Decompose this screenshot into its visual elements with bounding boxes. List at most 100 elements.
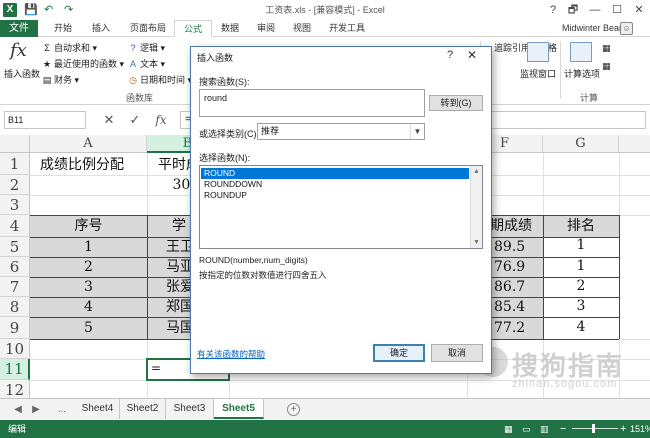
table-border	[147, 215, 148, 339]
recent-functions-button[interactable]: ★ 最近使用的函数 ▾	[42, 57, 124, 70]
cell-final: 76.9	[494, 259, 526, 275]
normal-view-icon[interactable]: ▦	[504, 420, 513, 438]
calc-options-icon[interactable]	[570, 42, 592, 62]
minimize-button[interactable]: —	[584, 0, 606, 20]
column-header-h	[619, 135, 650, 153]
user-name[interactable]: Midwinter Bear	[562, 20, 622, 37]
autosum-label: 自动求和	[54, 43, 91, 53]
list-item[interactable]: ROUNDUP	[201, 190, 469, 201]
status-mode: 编辑	[8, 424, 27, 434]
tab-page-layout[interactable]: 页面布局	[122, 20, 174, 37]
row-header-11[interactable]: 11	[0, 359, 30, 380]
calc-sheet-icon[interactable]: ▦	[602, 61, 611, 72]
tab-file[interactable]: 文件	[0, 20, 38, 37]
column-header-a[interactable]: A	[30, 135, 147, 153]
cancel-button[interactable]: 取消	[431, 344, 483, 362]
text-icon: A	[129, 59, 136, 69]
tab-insert[interactable]: 插入	[82, 20, 120, 37]
cancel-icon[interactable]: ✕	[100, 111, 118, 129]
scroll-up-icon[interactable]: ▲	[471, 166, 482, 177]
list-scrollbar[interactable]: ▲ ▼	[470, 166, 482, 248]
zoom-slider-handle[interactable]	[592, 424, 595, 433]
financial-button[interactable]: ▤ 财务 ▾	[42, 73, 79, 86]
tab-data[interactable]: 数据	[212, 20, 248, 37]
text-label: 文本	[140, 59, 159, 69]
ok-button[interactable]: 确定	[373, 344, 425, 362]
sheet-tab-sheet5[interactable]: Sheet5	[214, 399, 264, 419]
table-border	[619, 215, 620, 339]
zoom-out-icon[interactable]: −	[560, 420, 566, 438]
dialog-close-icon[interactable]: ✕	[467, 48, 477, 62]
insert-function-fx-icon[interactable]: fx	[152, 111, 170, 129]
go-button[interactable]: 转到(G)	[429, 95, 483, 111]
sigma-icon: Σ	[44, 43, 50, 53]
search-input[interactable]: round	[199, 89, 425, 117]
chevron-down-icon[interactable]: ▼	[410, 124, 424, 139]
dialog-help-icon[interactable]: ?	[447, 49, 453, 61]
cell-final: 89.5	[494, 239, 526, 255]
row-header-1[interactable]: 1	[0, 153, 30, 175]
row-header-4[interactable]: 4	[0, 215, 30, 237]
book-icon: ▤	[42, 75, 52, 85]
autosum-button[interactable]: Σ 自动求和 ▾	[42, 41, 97, 54]
list-item[interactable]: ROUND	[201, 168, 469, 179]
row-header-9[interactable]: 9	[0, 317, 30, 339]
watch-window-icon[interactable]	[527, 42, 549, 62]
tab-formulas[interactable]: 公式	[174, 20, 212, 37]
calc-options-button[interactable]: 计算选项	[564, 67, 600, 80]
sheet-tab-sheet4[interactable]: Sheet4	[76, 399, 120, 419]
maximize-button[interactable]: ☐	[606, 0, 628, 20]
excel-window: X 💾 ↶ ↷ 工资表.xls - [兼容模式] - Excel ? 🗗 — ☐…	[0, 0, 650, 438]
select-all-corner[interactable]	[0, 135, 30, 153]
avatar[interactable]: ☺	[620, 22, 633, 35]
enter-icon[interactable]: ✓	[126, 111, 144, 129]
row-header-8[interactable]: 8	[0, 297, 30, 317]
zoom-slider[interactable]	[572, 428, 618, 429]
logical-button[interactable]: ? 逻辑 ▾	[128, 41, 165, 54]
row-header-10[interactable]: 10	[0, 339, 30, 359]
calc-now-icon[interactable]: ▦	[602, 43, 611, 54]
tab-view[interactable]: 视图	[284, 20, 320, 37]
zoom-in-icon[interactable]: +	[620, 420, 626, 438]
tab-home[interactable]: 开始	[44, 20, 82, 37]
page-layout-view-icon[interactable]: ▭	[522, 420, 531, 438]
cell-no: 4	[84, 299, 93, 315]
zoom-level[interactable]: 151%	[630, 420, 650, 438]
category-select[interactable]: 推荐 ▼	[257, 123, 425, 140]
datetime-button[interactable]: ◷ 日期和时间 ▾	[128, 73, 192, 86]
sheet-next-icon[interactable]: ▶	[28, 402, 44, 418]
function-list[interactable]: ROUND ROUNDDOWN ROUNDUP ▲ ▼	[199, 165, 483, 249]
tab-review[interactable]: 审阅	[248, 20, 284, 37]
add-sheet-icon[interactable]: +	[287, 403, 300, 416]
row-header-6[interactable]: 6	[0, 257, 30, 277]
sheet-more-button[interactable]: ...	[50, 402, 74, 418]
row-header-2[interactable]: 2	[0, 175, 30, 195]
scroll-down-icon[interactable]: ▼	[471, 237, 482, 248]
row-header-3[interactable]: 3	[0, 195, 30, 215]
ribbon-tabs: 文件 开始 插入 页面布局 公式 数据 审阅 视图 开发工具 Midwinter…	[0, 20, 650, 37]
sheet-tab-sheet2[interactable]: Sheet2	[120, 399, 166, 419]
column-header-g[interactable]: G	[543, 135, 619, 153]
insert-function-icon[interactable]: fx	[10, 40, 27, 61]
row-header-5[interactable]: 5	[0, 237, 30, 257]
close-button[interactable]: ✕	[628, 0, 650, 20]
help-icon[interactable]: ?	[542, 0, 564, 20]
name-box[interactable]: B11	[4, 111, 86, 129]
page-break-view-icon[interactable]: ▥	[540, 420, 549, 438]
sheet-prev-icon[interactable]: ◀	[10, 402, 26, 418]
cell-no: 3	[84, 279, 93, 295]
function-help-link[interactable]: 有关该函数的帮助	[197, 348, 265, 360]
list-item[interactable]: ROUNDDOWN	[201, 179, 469, 190]
watermark: 搜狗指南 zhinan.sogou.com	[478, 344, 646, 394]
text-button[interactable]: A 文本 ▾	[128, 57, 165, 70]
sheet-tab-sheet3[interactable]: Sheet3	[166, 399, 214, 419]
ribbon-display-icon[interactable]: 🗗	[562, 0, 584, 20]
tab-developer[interactable]: 开发工具	[322, 20, 372, 37]
insert-function-button[interactable]: 插入函数	[4, 67, 40, 80]
row-header-7[interactable]: 7	[0, 277, 30, 297]
watch-window-button[interactable]: 监视窗口	[520, 67, 556, 80]
row-header-12[interactable]: 12	[0, 380, 30, 398]
dialog-title: 插入函数	[197, 53, 234, 63]
cell-no: 2	[84, 259, 93, 275]
cell-final: 86.7	[494, 279, 526, 295]
